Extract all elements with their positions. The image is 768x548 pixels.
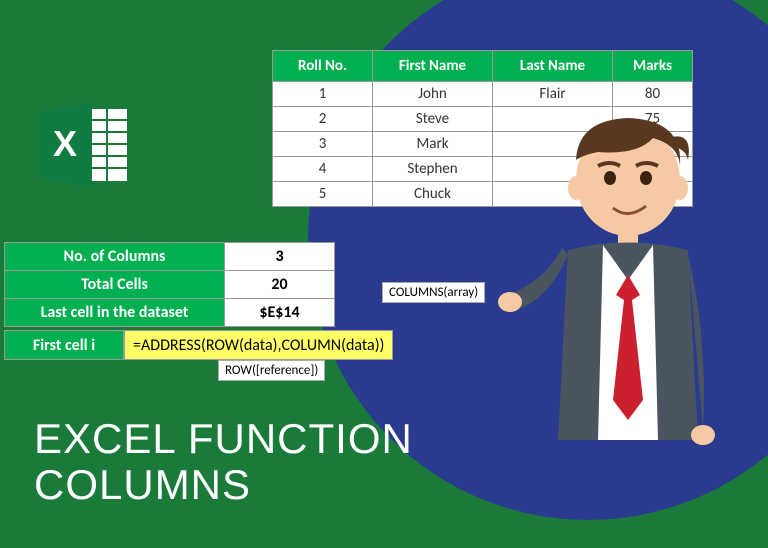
svg-text:X: X xyxy=(53,123,77,164)
cells-label: Total Cells xyxy=(5,271,225,299)
formula-row: First cell i =ADDRESS(ROW(data),COLUMN(d… xyxy=(4,330,393,360)
tooltip-columns: COLUMNS(array) xyxy=(382,282,485,303)
first-label: First cell i xyxy=(4,330,124,360)
last-val: $E$14 xyxy=(225,299,335,327)
th-roll: Roll No. xyxy=(273,51,373,82)
th-last: Last Name xyxy=(493,51,613,82)
cols-label: No. of Columns xyxy=(5,243,225,271)
last-label: Last cell in the dataset xyxy=(5,299,225,327)
character-illustration xyxy=(498,100,738,520)
cols-val: 3 xyxy=(225,243,335,271)
page-title: EXCEL FUNCTION COLUMNS xyxy=(34,416,413,508)
tooltip-row: ROW([reference]) xyxy=(218,360,325,381)
th-first: First Name xyxy=(373,51,493,82)
formula-cell[interactable]: =ADDRESS(ROW(data),COLUMN(data)) xyxy=(124,330,393,360)
excel-icon: X xyxy=(38,100,134,195)
cells-val: 20 xyxy=(225,271,335,299)
info-table: No. of Columns3 Total Cells20 Last cell … xyxy=(4,242,335,327)
th-marks: Marks xyxy=(613,51,693,82)
